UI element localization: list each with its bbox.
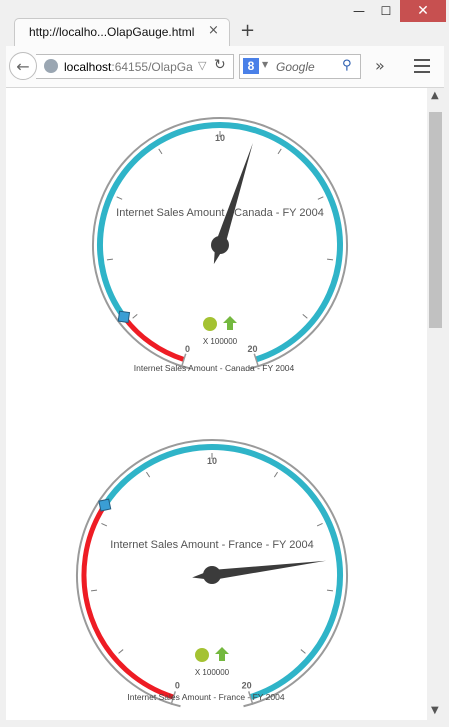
vertical-scrollbar[interactable]: ▲ ▼ (427, 88, 444, 720)
close-window-button[interactable]: ✕ (400, 0, 446, 22)
gauge-tick (326, 589, 334, 592)
gauge-tick (116, 196, 123, 200)
gauge-mid-label: 10 (207, 456, 217, 466)
gauge-tick (146, 471, 151, 478)
gauge-tick (132, 314, 138, 319)
gauge-multiplier: X 100000 (195, 668, 230, 677)
reload-icon[interactable]: ↻ (214, 57, 226, 73)
overflow-menu-icon[interactable]: » (375, 56, 385, 75)
gauge-tick (300, 649, 306, 654)
hamburger-menu-icon[interactable] (414, 59, 430, 73)
url-text[interactable]: localhost:64155/OlapGa (64, 60, 193, 74)
gauge-title: Internet Sales Amount - France - FY 2004 (110, 539, 313, 551)
search-bar[interactable]: 8 ▼ Google ⚲ (239, 54, 361, 79)
gauge-min-label: 0 (175, 681, 180, 691)
search-input[interactable]: Google (276, 60, 315, 74)
scrollbar-thumb[interactable] (429, 112, 442, 328)
gauge-tick (158, 148, 163, 155)
gauge-canvas: 0 10 20 Internet Sales Amount - Canada - FY… (76, 117, 348, 708)
gauge-needle-hub (203, 566, 221, 584)
gauge-max-label: 20 (247, 344, 257, 354)
gauge-mid-label: 10 (215, 133, 225, 143)
scroll-down-icon[interactable]: ▼ (431, 705, 439, 716)
gauge-tick (106, 258, 113, 261)
trend-up-arrow-icon (223, 316, 237, 330)
search-icon[interactable]: ⚲ (342, 58, 352, 73)
navigation-bar: localhost:64155/OlapGa ▽ ↻ ← 8 ▼ Google … (0, 46, 449, 88)
globe-icon (44, 59, 58, 73)
gauge-title: Internet Sales Amount - Canada - FY 2004 (116, 207, 324, 219)
gauge-caption: Internet Sales Amount - France - FY 2004 (127, 692, 284, 702)
gauge-max-label: 20 (242, 681, 252, 691)
window-frame-bottom (0, 720, 449, 727)
maximize-button[interactable]: ☐ (372, 0, 400, 22)
window-frame-right (444, 46, 449, 727)
tab-close-icon[interactable]: × (208, 23, 219, 38)
trend-up-arrow-icon (215, 647, 229, 661)
back-button[interactable]: ← (9, 52, 37, 80)
gauge-tick (277, 148, 282, 155)
gauge-marker (117, 310, 131, 324)
new-tab-button[interactable]: + (240, 20, 255, 41)
gauge-tick (316, 522, 323, 527)
gauge-tick (327, 258, 334, 261)
gauge-min-label: 0 (185, 344, 190, 354)
url-path: :64155/OlapGa (111, 60, 193, 74)
gauge-tick (273, 471, 278, 478)
page-content: 0 10 20 Internet Sales Amount - Canada - FY… (6, 88, 427, 720)
status-dot-icon (203, 317, 217, 331)
tab-title: http://localho...OlapGauge.html (29, 25, 195, 39)
scroll-up-icon[interactable]: ▲ (431, 90, 439, 101)
gauge-tick (317, 196, 324, 200)
back-arrow-icon: ← (16, 56, 30, 76)
search-engine-dropdown-icon[interactable]: ▼ (262, 60, 268, 69)
gauge-multiplier: X 100000 (203, 337, 238, 346)
address-bar[interactable]: localhost:64155/OlapGa ▽ ↻ (36, 54, 234, 79)
url-host: localhost (64, 60, 112, 74)
gauge-red-range (81, 503, 175, 700)
url-dropdown-icon[interactable]: ▽ (198, 59, 206, 72)
minimize-button[interactable]: — (346, 0, 372, 22)
browser-tab[interactable]: http://localho...OlapGauge.html × (14, 18, 230, 46)
gauge-tick (90, 589, 98, 592)
gauge-marker (98, 498, 112, 512)
title-bar: — ☐ ✕ http://localho...OlapGauge.html × … (0, 0, 449, 46)
status-dot-icon (195, 648, 209, 662)
search-engine-icon[interactable]: 8 (243, 58, 259, 74)
gauge-tick (118, 649, 124, 654)
gauge-tick (302, 314, 308, 319)
gauge-needle-hub (211, 236, 229, 254)
gauge-caption: Internet Sales Amount - Canada - FY 2004 (134, 363, 295, 373)
gauge-tick (101, 522, 108, 527)
